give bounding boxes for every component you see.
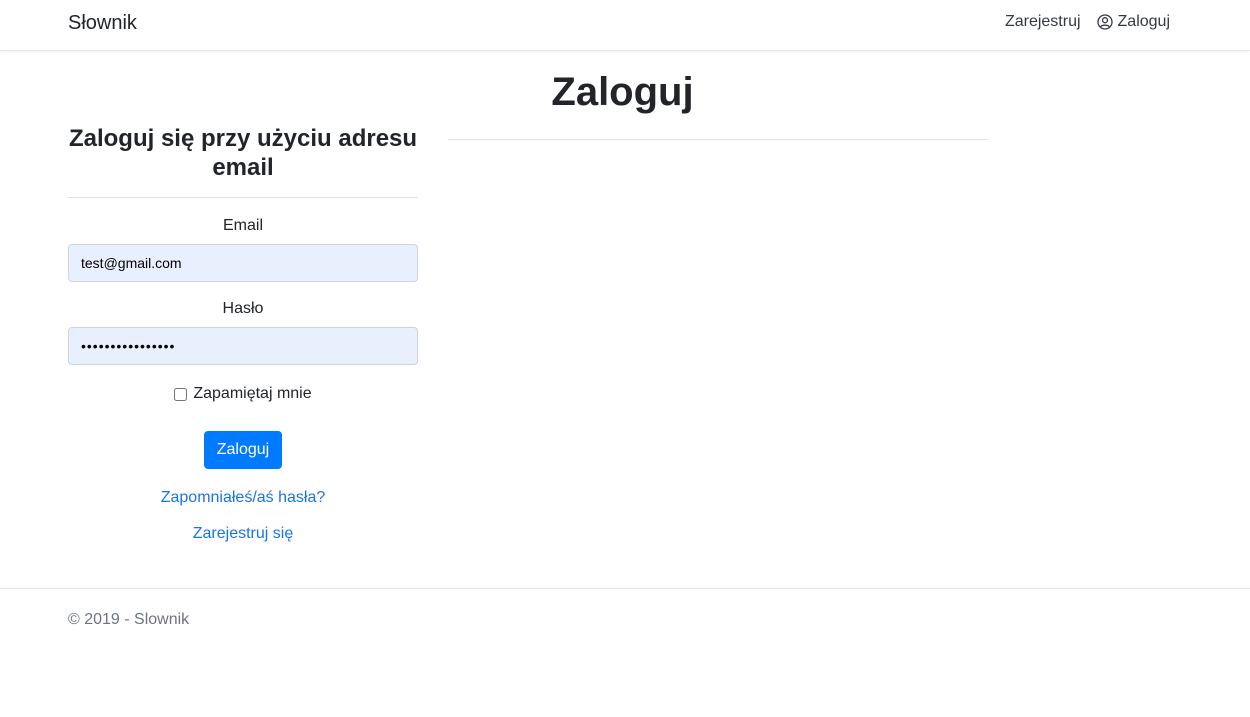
register-link[interactable]: Zarejestruj się [193, 525, 293, 542]
forgot-password-row: Zapomniałeś/aś hasła? [68, 489, 418, 507]
navbar: Słownik Zarejestruj Zaloguj [0, 0, 1250, 51]
nav-login-label: Zaloguj [1117, 13, 1170, 30]
remember-me-row: Zapamiętaj mnie [68, 385, 418, 403]
footer: © 2019 - Slownik [0, 588, 1250, 628]
password-label: Hasło [222, 300, 264, 317]
user-circle-icon [1096, 14, 1113, 30]
page-title: Zaloguj [551, 70, 694, 114]
footer-copyright: © 2019 - Slownik [68, 611, 190, 628]
login-heading: Zaloguj się przy użyciu adresu email [68, 125, 418, 181]
nav-register-label: Zarejestruj [1004, 13, 1081, 30]
brand-link[interactable]: Słownik [68, 12, 137, 35]
forgot-password-link[interactable]: Zapomniałeś/aś hasła? [161, 489, 326, 506]
login-section: Zaloguj się przy użyciu adresu email Ema… [68, 122, 418, 543]
password-field[interactable] [68, 327, 418, 365]
nav-register-link[interactable]: Zarejestruj [1005, 13, 1081, 31]
login-submit-button[interactable]: Zaloguj [203, 431, 283, 469]
register-row: Zarejestruj się [68, 525, 418, 543]
content-divider [448, 139, 988, 140]
email-field[interactable] [68, 244, 418, 282]
email-label: Email [222, 217, 263, 234]
navbar-links: Zarejestruj Zaloguj [1005, 13, 1170, 31]
nav-login-link[interactable]: Zaloguj [1096, 13, 1170, 31]
login-heading-divider [68, 197, 418, 198]
remember-me-checkbox[interactable] [174, 387, 188, 401]
remember-me-label[interactable]: Zapamiętaj mnie [193, 385, 311, 403]
